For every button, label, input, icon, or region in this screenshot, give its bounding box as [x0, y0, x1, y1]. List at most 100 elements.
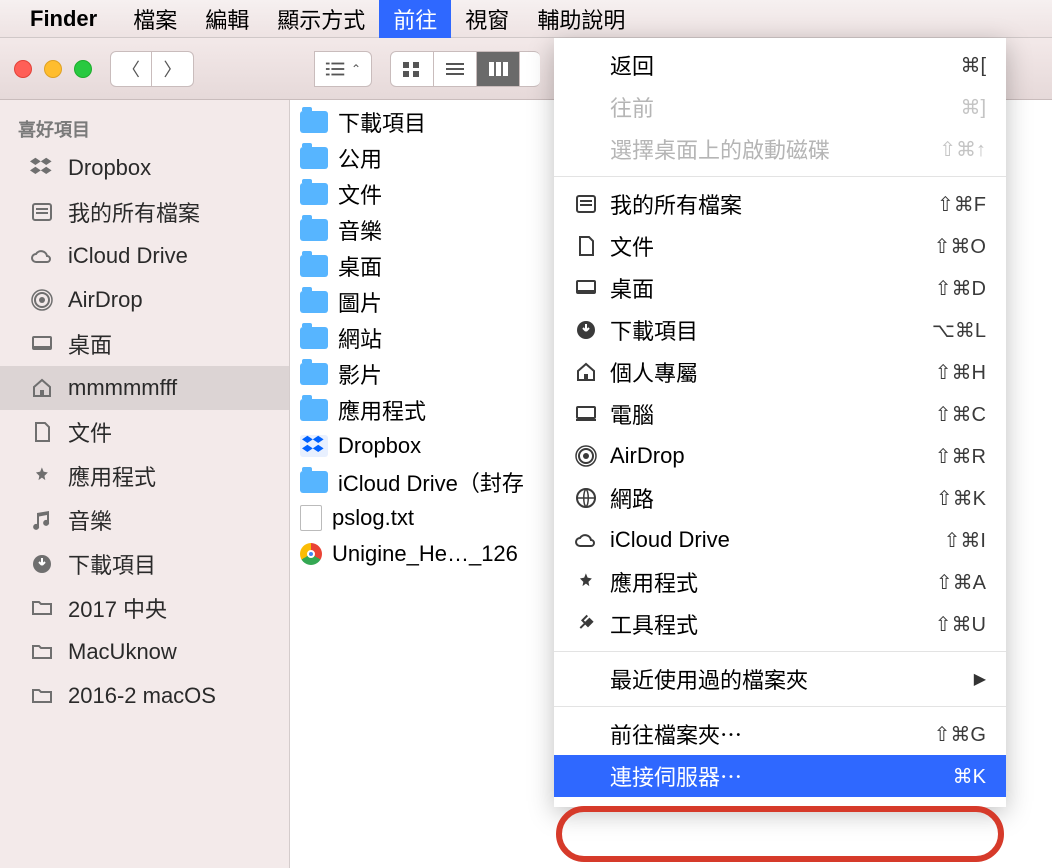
sidebar-item-label: AirDrop — [68, 287, 143, 313]
file-label: 網站 — [338, 322, 382, 354]
folder-icon — [300, 327, 328, 349]
file-label: 桌面 — [338, 250, 382, 282]
allfiles-icon — [28, 198, 56, 226]
sidebar-item-label: 文件 — [68, 416, 112, 448]
file-label: Unigine_He…_126 — [332, 541, 518, 567]
menu-item-shortcut: ⇧⌘A — [936, 570, 986, 595]
menu-item-label: 電腦 — [610, 398, 935, 430]
menu-item[interactable]: iCloud Drive⇧⌘I — [554, 519, 1006, 561]
menu-item[interactable]: 返回⌘[ — [554, 44, 1006, 86]
menu-item-shortcut: ⇧⌘D — [935, 276, 986, 301]
minimize-button[interactable] — [44, 60, 62, 78]
sidebar-item-apps[interactable]: 應用程式 — [0, 454, 289, 498]
cloud-icon — [28, 242, 56, 270]
cloud-icon — [572, 528, 600, 552]
menu-help[interactable]: 輔助說明 — [523, 0, 639, 38]
file-label: 音樂 — [338, 214, 382, 246]
menu-item-shortcut: ⇧⌘C — [935, 402, 986, 427]
sidebar-item-dropbox[interactable]: Dropbox — [0, 146, 289, 190]
menu-item[interactable]: 電腦⇧⌘C — [554, 393, 1006, 435]
text-file-icon — [300, 505, 322, 531]
menubar: Finder 檔案 編輯 顯示方式 前往 視窗 輔助說明 — [0, 0, 1052, 38]
sidebar-item-label: 2017 中央 — [68, 592, 167, 624]
menu-item: 往前⌘] — [554, 86, 1006, 128]
group-by-button[interactable]: ⌃ — [314, 51, 372, 87]
menu-item-label: 文件 — [610, 230, 934, 262]
menu-item[interactable]: 桌面⇧⌘D — [554, 267, 1006, 309]
menu-item[interactable]: 連接伺服器⋯⌘K — [554, 755, 1006, 797]
menu-item-label: 前往檔案夾⋯ — [610, 718, 934, 750]
file-label: 下載項目 — [338, 106, 426, 138]
sidebar-item-music[interactable]: 音樂 — [0, 498, 289, 542]
sidebar-item-download[interactable]: 下載項目 — [0, 542, 289, 586]
go-menu-dropdown: 返回⌘[往前⌘]選擇桌面上的啟動磁碟⇧⌘↑我的所有檔案⇧⌘F文件⇧⌘O桌面⇧⌘D… — [554, 38, 1006, 807]
dropbox-icon — [28, 154, 56, 182]
sidebar-item-label: 2016-2 macOS — [68, 683, 216, 709]
folder-icon — [300, 255, 328, 277]
menu-item[interactable]: AirDrop⇧⌘R — [554, 435, 1006, 477]
folder-icon — [300, 399, 328, 421]
back-button[interactable]: 〈 — [110, 51, 152, 87]
close-button[interactable] — [14, 60, 32, 78]
sidebar-item-label: mmmmmfff — [68, 375, 177, 401]
view-icon-button[interactable] — [390, 51, 434, 87]
allfiles-icon — [572, 192, 600, 216]
menu-item[interactable]: 前往檔案夾⋯⇧⌘G — [554, 713, 1006, 755]
sidebar-item-home[interactable]: mmmmmfff — [0, 366, 289, 410]
sidebar-item-folder[interactable]: 2016-2 macOS — [0, 674, 289, 718]
sidebar-item-label: MacUknow — [68, 639, 177, 665]
apps-icon — [572, 570, 600, 594]
menu-item-label: 往前 — [610, 91, 960, 123]
menu-item-shortcut: ⇧⌘H — [935, 360, 986, 385]
sidebar-item-label: 下載項目 — [68, 548, 156, 580]
sidebar-item-doc[interactable]: 文件 — [0, 410, 289, 454]
menu-item-label: iCloud Drive — [610, 527, 944, 553]
view-gallery-button[interactable] — [520, 51, 540, 87]
menu-item[interactable]: 最近使用過的檔案夾▶ — [554, 658, 1006, 700]
menu-view[interactable]: 顯示方式 — [263, 0, 379, 38]
folder-icon — [300, 363, 328, 385]
desktop-icon — [28, 330, 56, 358]
menu-item[interactable]: 應用程式⇧⌘A — [554, 561, 1006, 603]
desktop-icon — [572, 276, 600, 300]
sidebar-item-desktop[interactable]: 桌面 — [0, 322, 289, 366]
forward-button[interactable]: 〉 — [152, 51, 194, 87]
menu-item[interactable]: 我的所有檔案⇧⌘F — [554, 183, 1006, 225]
sidebar-item-allfiles[interactable]: 我的所有檔案 — [0, 190, 289, 234]
sidebar-item-cloud[interactable]: iCloud Drive — [0, 234, 289, 278]
sidebar-item-folder[interactable]: 2017 中央 — [0, 586, 289, 630]
menu-window[interactable]: 視窗 — [451, 0, 523, 38]
doc-icon — [28, 418, 56, 446]
menu-item-shortcut: ⇧⌘F — [937, 192, 986, 217]
sidebar-item-label: 音樂 — [68, 504, 112, 536]
file-label: 影片 — [338, 358, 382, 390]
folder-icon — [300, 111, 328, 133]
menu-item[interactable]: 下載項目⌥⌘L — [554, 309, 1006, 351]
menu-item[interactable]: 工具程式⇧⌘U — [554, 603, 1006, 645]
menu-edit[interactable]: 編輯 — [191, 0, 263, 38]
folder-icon — [300, 291, 328, 313]
view-list-button[interactable] — [434, 51, 477, 87]
menu-file[interactable]: 檔案 — [119, 0, 191, 38]
menu-item-label: 應用程式 — [610, 566, 936, 598]
sidebar-item-label: 桌面 — [68, 328, 112, 360]
menu-item[interactable]: 個人專屬⇧⌘H — [554, 351, 1006, 393]
menu-item[interactable]: 網路⇧⌘K — [554, 477, 1006, 519]
sidebar-item-folder[interactable]: MacUknow — [0, 630, 289, 674]
maximize-button[interactable] — [74, 60, 92, 78]
menu-item-label: AirDrop — [610, 443, 935, 469]
view-column-button[interactable] — [477, 51, 520, 87]
sidebar-item-label: 應用程式 — [68, 460, 156, 492]
dropbox-folder-icon — [300, 435, 328, 457]
app-name[interactable]: Finder — [30, 6, 97, 32]
menu-item-label: 下載項目 — [610, 314, 932, 346]
menu-go[interactable]: 前往 — [379, 0, 451, 38]
menu-item-shortcut: ⇧⌘K — [936, 486, 986, 511]
menu-item-label: 桌面 — [610, 272, 935, 304]
menu-item-label: 我的所有檔案 — [610, 188, 937, 220]
menu-item-shortcut: ⌘[ — [960, 53, 986, 78]
menu-item-shortcut: ⇧⌘↑ — [939, 137, 986, 162]
sidebar-item-airdrop[interactable]: AirDrop — [0, 278, 289, 322]
menu-item-label: 連接伺服器⋯ — [610, 760, 953, 792]
menu-item[interactable]: 文件⇧⌘O — [554, 225, 1006, 267]
